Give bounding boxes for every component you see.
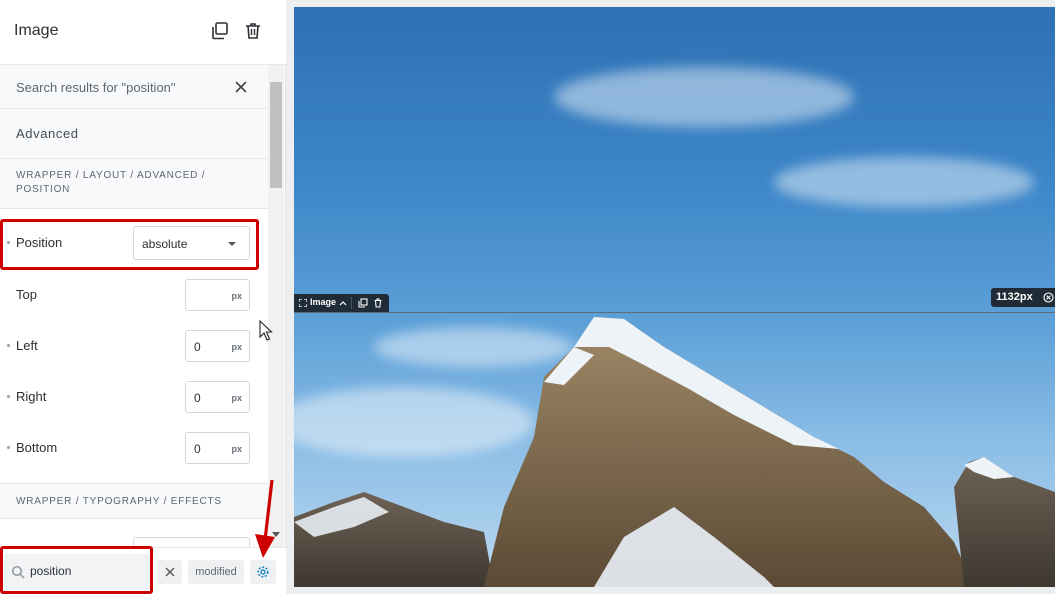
mouse-cursor-icon: [259, 320, 273, 341]
section-advanced[interactable]: Advanced: [0, 109, 268, 159]
search-results-label: Search results for "position": [16, 80, 176, 95]
left-value: 0: [194, 340, 201, 354]
trash-icon[interactable]: [373, 298, 383, 308]
modified-dot: [7, 446, 10, 449]
clear-search-results-icon[interactable]: [234, 80, 248, 94]
duplicate-icon[interactable]: [358, 298, 368, 308]
cloud: [554, 67, 854, 127]
width-readout: 1132px: [996, 291, 1033, 303]
top-label: Top: [16, 287, 37, 302]
selection-guide-line: [294, 312, 1055, 313]
close-circle-icon[interactable]: [1043, 292, 1054, 303]
panel-title: Image: [14, 22, 59, 39]
move-icon[interactable]: [299, 299, 307, 307]
right-value: 0: [194, 391, 201, 405]
chevron-up-icon[interactable]: [339, 300, 347, 306]
mountain-photo: [294, 317, 1055, 587]
controls-list[interactable]: Search results for "position" Advanced W…: [0, 65, 268, 547]
canvas-preview[interactable]: Image 1132px: [294, 7, 1055, 587]
right-unit[interactable]: px: [231, 393, 242, 403]
modified-filter-button[interactable]: modified: [188, 560, 244, 584]
search-results-bar: Search results for "position": [0, 65, 268, 109]
left-input[interactable]: 0 px: [185, 330, 250, 362]
duplicate-icon[interactable]: [210, 21, 230, 41]
panel-header: Image: [0, 0, 286, 65]
scrollbar-thumb[interactable]: [270, 82, 282, 188]
right-label: Right: [16, 389, 47, 404]
left-unit[interactable]: px: [231, 342, 242, 352]
bottom-unit[interactable]: px: [231, 444, 242, 454]
cloud: [774, 157, 1034, 207]
trash-icon[interactable]: [243, 21, 263, 41]
bottom-value: 0: [194, 442, 201, 456]
section-title: Advanced: [16, 126, 79, 141]
element-toolbar[interactable]: Image: [294, 294, 389, 312]
highlight-search-field: [0, 546, 153, 594]
close-icon: [165, 567, 174, 577]
top-unit[interactable]: px: [231, 291, 242, 301]
group-path-label: WRAPPER / LAYOUT / ADVANCED / POSITION: [16, 170, 206, 195]
toolbar-divider: [351, 297, 352, 309]
group-path-effects: WRAPPER / TYPOGRAPHY / EFFECTS: [0, 483, 268, 519]
right-input[interactable]: 0 px: [185, 381, 250, 413]
top-input[interactable]: px: [185, 279, 250, 311]
gear-icon: [257, 566, 269, 578]
width-readout-badge: 1132px: [991, 288, 1055, 307]
group-path-label: WRAPPER / TYPOGRAPHY / EFFECTS: [16, 496, 222, 507]
element-tag-label[interactable]: Image: [310, 297, 336, 307]
clear-filter-button[interactable]: [157, 560, 182, 584]
annotation-arrow-icon: [255, 479, 275, 558]
panel-scrollbar[interactable]: [268, 65, 284, 547]
highlight-position-row: [0, 219, 259, 270]
modified-dot: [7, 344, 10, 347]
left-label: Left: [16, 338, 38, 353]
group-path-position: WRAPPER / LAYOUT / ADVANCED / POSITION: [0, 159, 268, 209]
settings-panel: Image Search results for "position" Adva…: [0, 0, 286, 594]
bottom-label: Bottom: [16, 440, 58, 455]
bottom-input[interactable]: 0 px: [185, 432, 250, 464]
modified-dot: [7, 395, 10, 398]
